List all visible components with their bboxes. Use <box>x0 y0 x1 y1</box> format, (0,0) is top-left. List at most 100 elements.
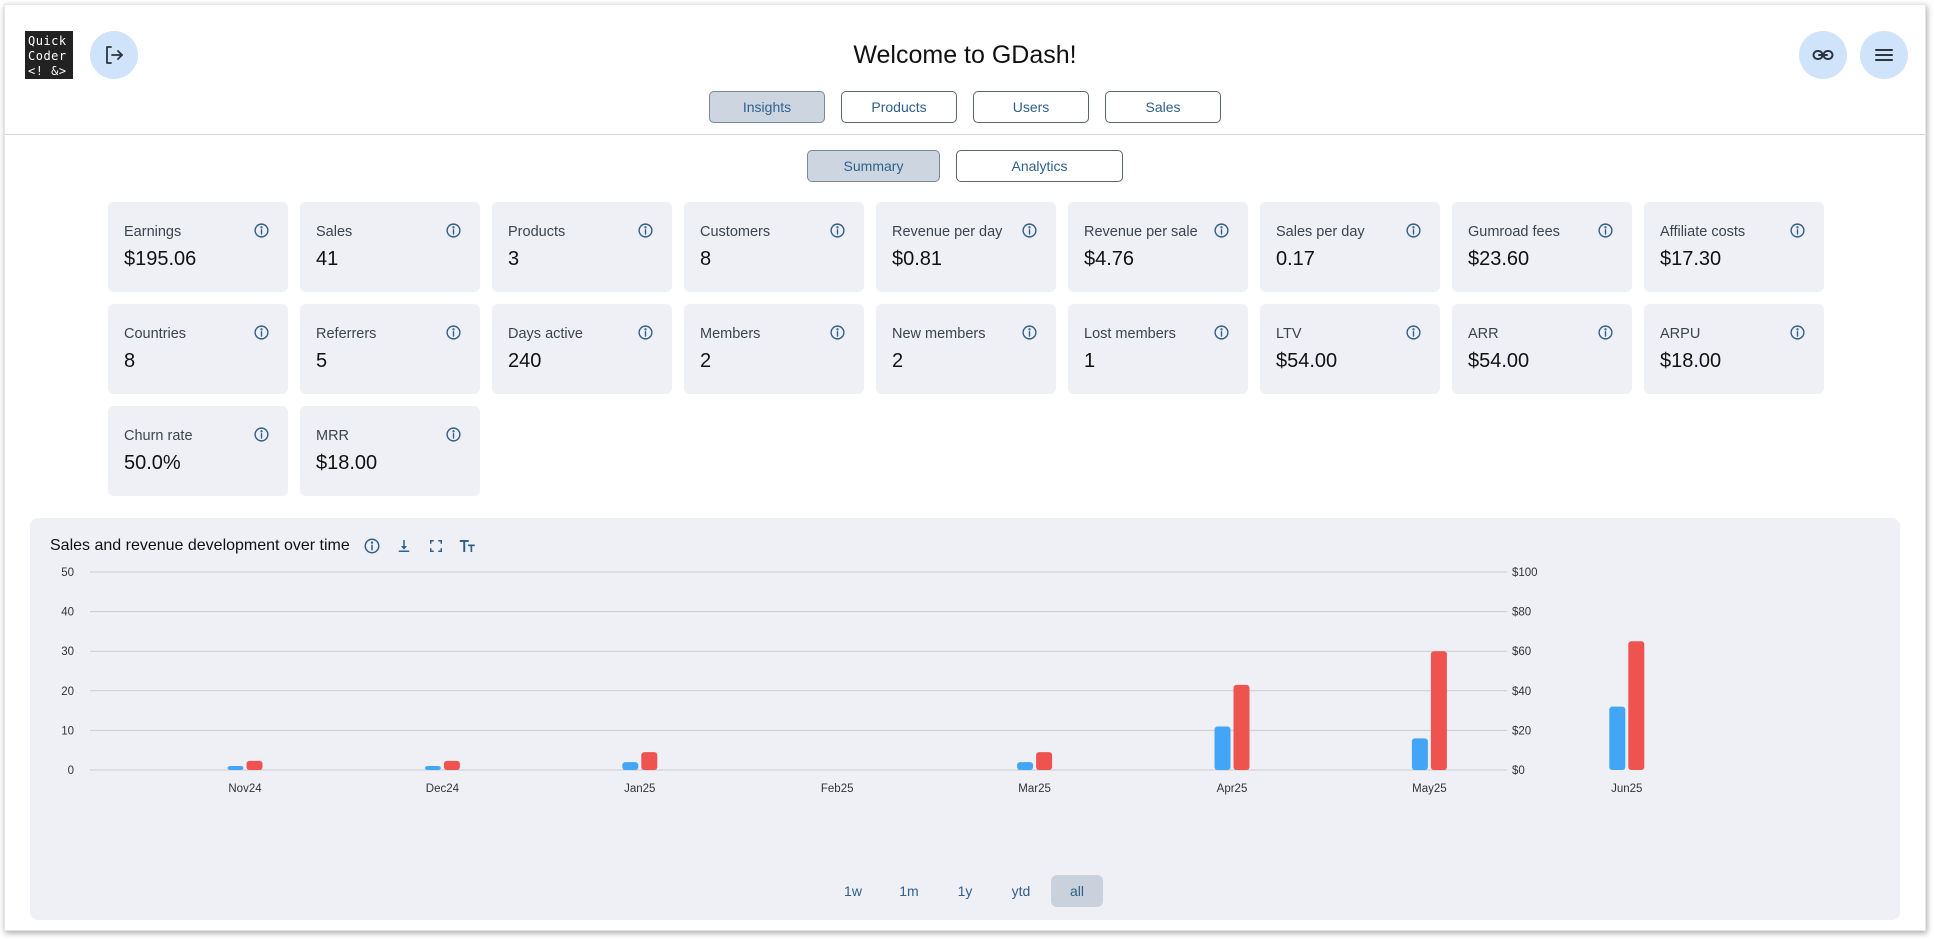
link-button[interactable] <box>1799 31 1847 79</box>
metric-card: Revenue per day $0.81 <box>876 202 1056 292</box>
metric-label: Sales per day <box>1276 224 1365 240</box>
chart-title: Sales and revenue development over time <box>50 537 350 554</box>
metric-card: New members 2 <box>876 304 1056 394</box>
info-icon[interactable] <box>1213 324 1230 341</box>
sales-bar <box>622 762 639 770</box>
tab-users[interactable]: Users <box>973 91 1089 123</box>
metric-card: Lost members 1 <box>1068 304 1248 394</box>
info-icon[interactable] <box>1021 324 1038 341</box>
metric-value: 8 <box>700 248 712 270</box>
revenue-bar <box>1628 641 1645 770</box>
metric-value: $54.00 <box>1468 350 1530 372</box>
metric-value: $4.76 <box>1084 248 1135 270</box>
metric-card: Referrers 5 <box>300 304 480 394</box>
info-icon[interactable] <box>445 324 462 341</box>
info-icon[interactable] <box>1021 222 1038 239</box>
metric-value: $54.00 <box>1276 350 1338 372</box>
metric-card: Churn rate 50.0% <box>108 406 288 496</box>
info-icon[interactable] <box>1405 324 1422 341</box>
range-selector: 1w 1m 1y ytd all <box>30 875 1900 907</box>
tab-sales[interactable]: Sales <box>1105 91 1221 123</box>
chart-panel: 0 10 20 30 40 50 $0 $20 $40 $60 $80 $100 Nov24 Dec24 J… <box>30 518 1900 920</box>
sales-bar <box>1017 762 1034 770</box>
sub-nav: Summary Analytics <box>5 150 1925 182</box>
page-title: Welcome to GDash! <box>853 41 1077 69</box>
x-tick-label: Dec24 <box>426 783 460 795</box>
info-icon[interactable] <box>253 222 270 239</box>
menu-button[interactable] <box>1860 31 1908 79</box>
info-icon[interactable] <box>1789 222 1806 239</box>
x-tick-label: Jan25 <box>624 783 655 795</box>
info-icon[interactable] <box>1405 222 1422 239</box>
metric-value: 0.17 <box>1276 248 1315 270</box>
info-icon[interactable] <box>253 426 270 443</box>
main-nav: Insights Products Users Sales <box>5 91 1925 123</box>
app-window: Quick Coder <! &> Welcome to GDash! Insi… <box>4 4 1926 931</box>
metric-card: ARR $54.00 <box>1452 304 1632 394</box>
metric-card: Customers 8 <box>684 202 864 292</box>
text-size-icon[interactable] <box>458 536 478 556</box>
metric-value: $18.00 <box>316 452 378 474</box>
revenue-bar <box>246 760 263 770</box>
info-icon[interactable] <box>253 324 270 341</box>
range-1w-button[interactable]: 1w <box>827 875 879 907</box>
range-1y-button[interactable]: 1y <box>939 875 991 907</box>
range-1m-button[interactable]: 1m <box>883 875 935 907</box>
metric-card: MRR $18.00 <box>300 406 480 496</box>
y-left-tick-label: 40 <box>61 607 74 619</box>
tab-insights[interactable]: Insights <box>709 91 825 123</box>
y-right-tick-label: $20 <box>1512 725 1531 737</box>
metric-label: Products <box>508 224 566 240</box>
info-icon[interactable] <box>1789 324 1806 341</box>
x-tick-label: Apr25 <box>1217 783 1248 795</box>
metric-value: $18.00 <box>1660 350 1722 372</box>
y-right-tick-label: $40 <box>1512 686 1531 698</box>
metric-label: Members <box>700 326 761 342</box>
metric-value: 41 <box>316 248 339 270</box>
chart-header: Sales and revenue development over time <box>50 536 478 556</box>
link-icon <box>1812 50 1834 60</box>
info-icon[interactable] <box>1213 222 1230 239</box>
x-tick-label: Feb25 <box>821 783 854 795</box>
metric-card: LTV $54.00 <box>1260 304 1440 394</box>
metric-card: Days active 240 <box>492 304 672 394</box>
sales-bar <box>227 766 244 770</box>
metric-label: Countries <box>124 326 187 342</box>
metric-card: Products 3 <box>492 202 672 292</box>
sales-bar <box>1609 706 1626 770</box>
tab-analytics[interactable]: Analytics <box>956 150 1123 182</box>
y-right-tick-label: $100 <box>1512 567 1538 579</box>
metrics-grid: Earnings $195.06 Sales 41 Products 3 Customers… <box>108 202 1838 496</box>
info-icon[interactable] <box>362 536 382 556</box>
info-icon[interactable] <box>445 222 462 239</box>
x-tick-label: Jun25 <box>1611 783 1642 795</box>
fullscreen-icon[interactable] <box>426 536 446 556</box>
info-icon[interactable] <box>637 324 654 341</box>
range-all-button[interactable]: all <box>1051 875 1103 907</box>
metric-label: Sales <box>316 224 353 240</box>
metric-card: Gumroad fees $23.60 <box>1452 202 1632 292</box>
info-icon[interactable] <box>829 324 846 341</box>
revenue-bar <box>641 752 658 770</box>
x-tick-label: May25 <box>1412 783 1447 795</box>
download-icon[interactable] <box>394 536 414 556</box>
info-icon[interactable] <box>445 426 462 443</box>
metric-card: ARPU $18.00 <box>1644 304 1824 394</box>
info-icon[interactable] <box>829 222 846 239</box>
metric-value: $195.06 <box>124 248 197 270</box>
metric-card: Sales per day 0.17 <box>1260 202 1440 292</box>
info-icon[interactable] <box>1597 222 1614 239</box>
tab-summary[interactable]: Summary <box>807 150 940 182</box>
metric-label: Affiliate costs <box>1660 224 1746 240</box>
metric-label: MRR <box>316 428 350 444</box>
tab-products[interactable]: Products <box>841 91 957 123</box>
revenue-bar <box>443 760 460 770</box>
revenue-bar <box>1233 684 1250 770</box>
sales-bar <box>424 766 441 770</box>
info-icon[interactable] <box>637 222 654 239</box>
info-icon[interactable] <box>1597 324 1614 341</box>
x-tick-label: Mar25 <box>1018 783 1051 795</box>
y-left-tick-label: 10 <box>61 725 74 737</box>
menu-icon <box>1875 49 1893 61</box>
range-ytd-button[interactable]: ytd <box>995 875 1047 907</box>
